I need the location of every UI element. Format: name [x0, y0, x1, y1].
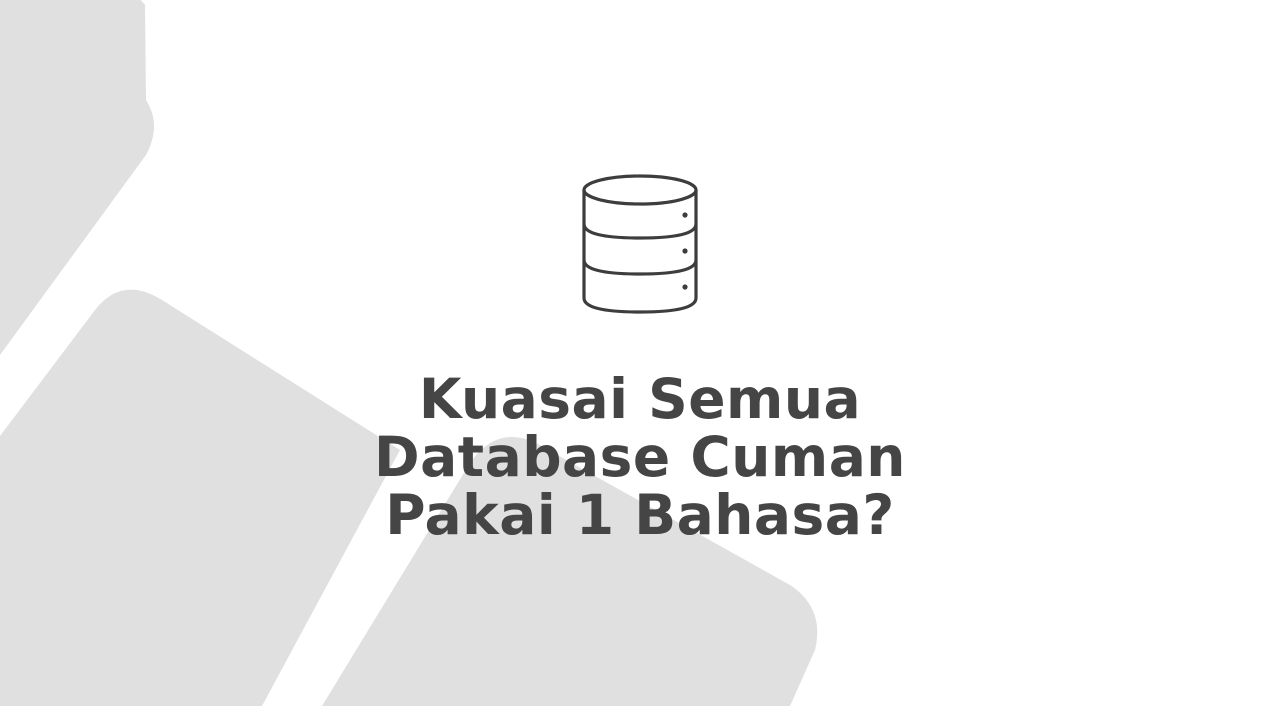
headline-line-3: Pakai 1 Bahasa? [385, 483, 895, 547]
background-shapes [0, 0, 818, 706]
headline: Kuasai Semua Database Cuman Pakai 1 Baha… [290, 370, 990, 544]
headline-line-2: Database Cuman [374, 425, 906, 489]
banner: Kuasai Semua Database Cuman Pakai 1 Baha… [0, 0, 1280, 706]
headline-line-1: Kuasai Semua [418, 367, 862, 431]
database-icon [582, 174, 698, 314]
